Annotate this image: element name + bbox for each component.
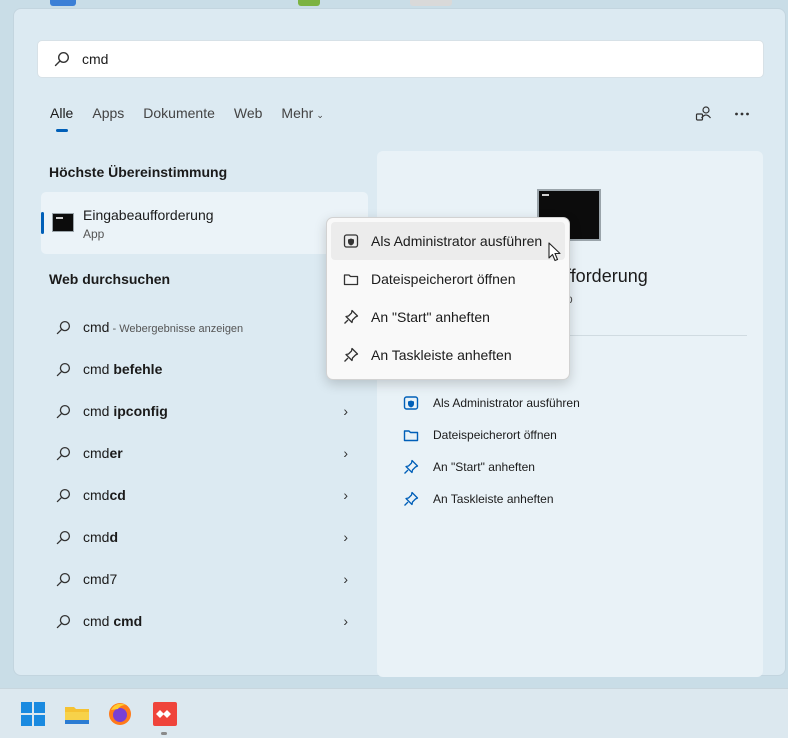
search-icon (56, 320, 71, 334)
web-result-row[interactable]: cmd - Webergebnisse anzeigen (41, 306, 368, 348)
search-icon (56, 362, 71, 376)
shield-icon (343, 234, 359, 248)
shield-icon (403, 396, 419, 410)
tab-dokumente[interactable]: Dokumente (143, 105, 215, 121)
web-results-list: cmd - Webergebnisse anzeigen cmd befehle… (41, 306, 368, 642)
action-run-as-admin[interactable]: Als Administrator ausführen (403, 387, 580, 419)
tab-mehr[interactable]: Mehr ⌄ (281, 105, 323, 121)
folder-icon (343, 274, 359, 286)
menu-run-as-admin[interactable]: Als Administrator ausführen (331, 222, 565, 260)
firefox-icon[interactable] (107, 701, 133, 727)
web-search-heading: Web durchsuchen (49, 271, 171, 287)
web-result-label: cmd cmd (83, 613, 143, 629)
menu-pin-taskbar[interactable]: An Taskleiste anheften (331, 336, 565, 374)
action-pin-start[interactable]: An "Start" anheften (403, 451, 580, 483)
search-icon (56, 572, 71, 586)
search-icon (56, 530, 71, 544)
chevron-right-icon[interactable]: › (343, 529, 348, 545)
web-result-row[interactable]: cmd7 › (41, 558, 368, 600)
file-explorer-icon[interactable] (64, 701, 90, 727)
filter-tabs: Alle Apps Dokumente Web Mehr ⌄ (50, 105, 343, 132)
search-box[interactable] (37, 40, 764, 78)
taskbar (0, 688, 788, 738)
menu-open-file-location[interactable]: Dateispeicherort öffnen (331, 260, 565, 298)
pin-icon (404, 459, 419, 474)
top-right-controls (695, 105, 751, 123)
web-result-row[interactable]: cmder › (41, 432, 368, 474)
search-icon (56, 614, 71, 628)
action-pin-taskbar[interactable]: An Taskleiste anheften (403, 483, 580, 515)
windows-start-icon[interactable] (20, 701, 46, 727)
chevron-right-icon[interactable]: › (343, 487, 348, 503)
web-result-row[interactable]: cmdd › (41, 516, 368, 558)
web-result-label: cmd7 (83, 571, 118, 587)
web-result-label: cmd befehle (83, 361, 163, 377)
desktop-icon (50, 0, 76, 6)
chevron-right-icon[interactable]: › (343, 613, 348, 629)
anydesk-icon[interactable] (152, 701, 178, 727)
chevron-right-icon[interactable]: › (343, 445, 348, 461)
detail-actions: Als Administrator ausführen Dateispeiche… (403, 387, 580, 515)
action-open-file-location[interactable]: Dateispeicherort öffnen (403, 419, 580, 451)
web-result-label: cmdcd (83, 487, 126, 503)
desktop-icon (298, 0, 320, 6)
chevron-down-icon: ⌄ (316, 110, 324, 120)
web-result-row[interactable]: cmdcd › (41, 474, 368, 516)
account-switch-icon[interactable] (695, 105, 713, 123)
web-result-row[interactable]: cmd befehle (41, 348, 368, 390)
web-result-label: cmdd (83, 529, 119, 545)
tab-alle[interactable]: Alle (50, 105, 73, 132)
pin-icon (344, 309, 359, 324)
menu-pin-start[interactable]: An "Start" anheften (331, 298, 565, 336)
best-match-title: Eingabeaufforderung (83, 207, 214, 223)
desktop-icon (410, 0, 452, 6)
best-match-heading: Höchste Übereinstimmung (49, 164, 228, 180)
running-indicator (161, 732, 167, 735)
tab-apps[interactable]: Apps (92, 105, 124, 121)
chevron-right-icon[interactable]: › (343, 403, 348, 419)
tab-web[interactable]: Web (234, 105, 263, 121)
search-icon (56, 446, 71, 460)
search-icon (56, 488, 71, 502)
search-input[interactable] (80, 50, 684, 68)
best-match-subtitle: App (83, 227, 105, 241)
more-options-icon[interactable] (733, 105, 751, 123)
selection-indicator (41, 212, 44, 234)
chevron-right-icon[interactable]: › (343, 571, 348, 587)
web-result-row[interactable]: cmd cmd › (41, 600, 368, 642)
best-match-card[interactable]: Eingabeaufforderung App (41, 192, 368, 254)
web-result-label: cmd ipconfig (83, 403, 168, 419)
context-menu: Als Administrator ausführen Dateispeiche… (326, 217, 570, 380)
command-prompt-icon (52, 213, 74, 232)
mouse-cursor-icon (548, 242, 561, 262)
pin-icon (344, 347, 359, 362)
search-icon (54, 51, 70, 67)
detail-title: fforderung (566, 266, 648, 286)
web-result-row[interactable]: cmd ipconfig › (41, 390, 368, 432)
pin-icon (404, 491, 419, 506)
search-icon (56, 404, 71, 418)
web-result-label: cmd - Webergebnisse anzeigen (83, 319, 244, 335)
folder-icon (403, 430, 419, 442)
web-result-label: cmder (83, 445, 123, 461)
